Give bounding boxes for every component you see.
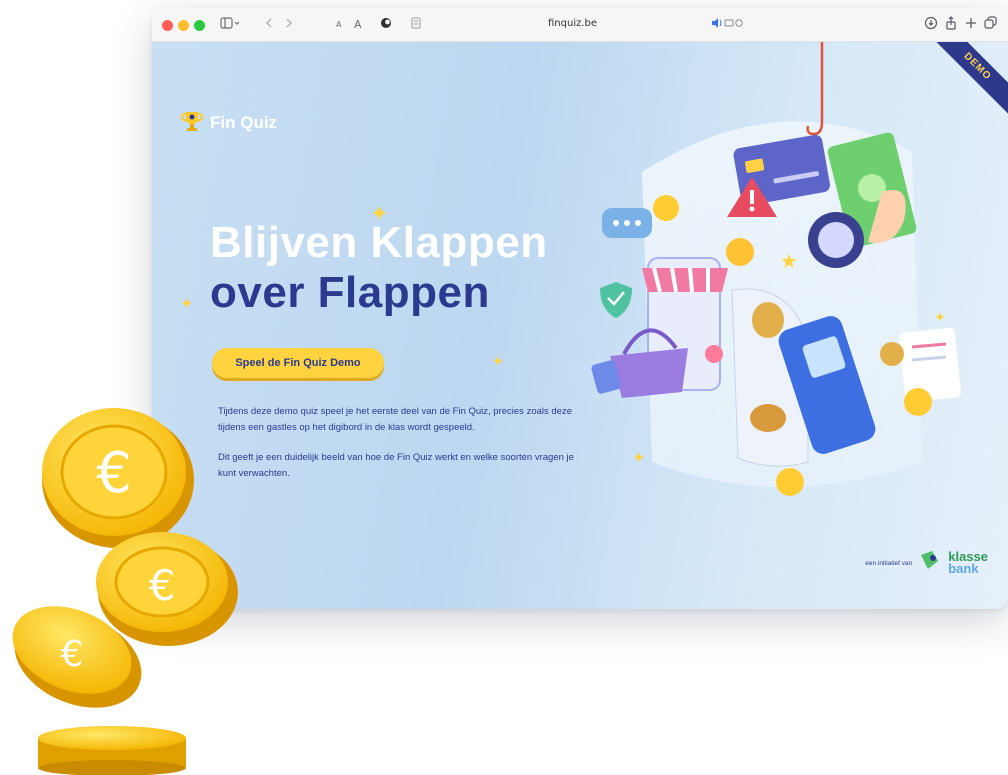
maximize-window-button[interactable]	[194, 20, 205, 31]
headline-line-2: over Flappen	[210, 268, 490, 317]
euro-icon: €	[61, 634, 84, 675]
sparkle-icon: ✦	[180, 294, 194, 313]
invoice-icon	[898, 327, 962, 403]
coin-icon	[880, 342, 904, 366]
text-smaller-button[interactable]: A	[336, 16, 341, 34]
initiative-credit[interactable]: een initiatief van klasse bank	[865, 549, 988, 577]
reader-icon[interactable]	[410, 16, 422, 35]
chat-bubble-icon	[602, 208, 652, 238]
close-window-button[interactable]	[162, 20, 173, 31]
finance-illustration: ★ ✦	[591, 42, 962, 496]
coin-icon	[750, 404, 786, 432]
initiative-label: een initiatief van	[865, 559, 913, 567]
decorative-coins: € € €	[12, 408, 238, 775]
minimize-window-button[interactable]	[178, 20, 189, 31]
fishing-hook-icon	[806, 42, 824, 136]
browser-window: A A finquiz.be DEMO Fin Quiz ✦ ✦ ✦ ✦ Bli…	[152, 8, 1008, 609]
page-headline: Blijven Klappen over Flappen	[210, 218, 548, 318]
logo-text: Fin Quiz	[210, 113, 278, 132]
brand-wordmark: klasse bank	[948, 550, 988, 576]
trophy-icon	[180, 110, 204, 136]
fin-quiz-logo[interactable]: Fin Quiz	[180, 110, 277, 136]
text-larger-button[interactable]: A	[354, 16, 362, 34]
coin-icon	[38, 726, 186, 775]
sidebar-toggle-icon[interactable]	[220, 16, 242, 35]
new-tab-icon[interactable]	[964, 16, 978, 35]
heart-eyes-emoji-icon	[776, 468, 804, 496]
surprised-emoji-icon	[904, 388, 932, 416]
star-icon: ★	[780, 249, 798, 273]
back-icon[interactable]	[264, 16, 274, 35]
brand-line-2: bank	[948, 561, 979, 576]
sparkle-icon: ✦	[934, 310, 946, 326]
landing-page: DEMO Fin Quiz ✦ ✦ ✦ ✦ Blijven Klappen ov…	[152, 42, 1008, 609]
download-icon[interactable]	[924, 16, 938, 35]
bell-icon	[726, 238, 754, 266]
headline-line-1: Blijven Klappen	[210, 218, 548, 267]
intro-paragraph: Tijdens deze demo quiz speel je het eers…	[218, 406, 572, 433]
euro-icon: €	[96, 441, 132, 506]
heart-icon	[705, 345, 723, 363]
forward-icon[interactable]	[284, 16, 294, 35]
play-demo-button[interactable]: Speel de Fin Quiz Demo	[212, 348, 384, 378]
coin-icon: €	[96, 532, 238, 646]
shield-check-icon	[600, 282, 632, 318]
theme-icon[interactable]	[380, 16, 392, 35]
audio-playing-icon[interactable]	[710, 16, 744, 35]
euro-icon: €	[149, 561, 176, 610]
share-icon[interactable]	[944, 16, 958, 35]
emoji-icon	[653, 195, 679, 221]
coin-icon	[752, 302, 784, 338]
coin-icon: €	[42, 408, 194, 548]
klassebank-logo-icon	[918, 549, 942, 577]
details-paragraph: Dit geeft je een duidelijk beeld van hoe…	[218, 452, 574, 479]
sparkle-icon: ✦	[492, 354, 504, 370]
address-bar-url[interactable]: finquiz.be	[548, 18, 597, 29]
browser-toolbar: A A finquiz.be	[152, 8, 1008, 42]
tab-overview-icon[interactable]	[984, 16, 998, 35]
